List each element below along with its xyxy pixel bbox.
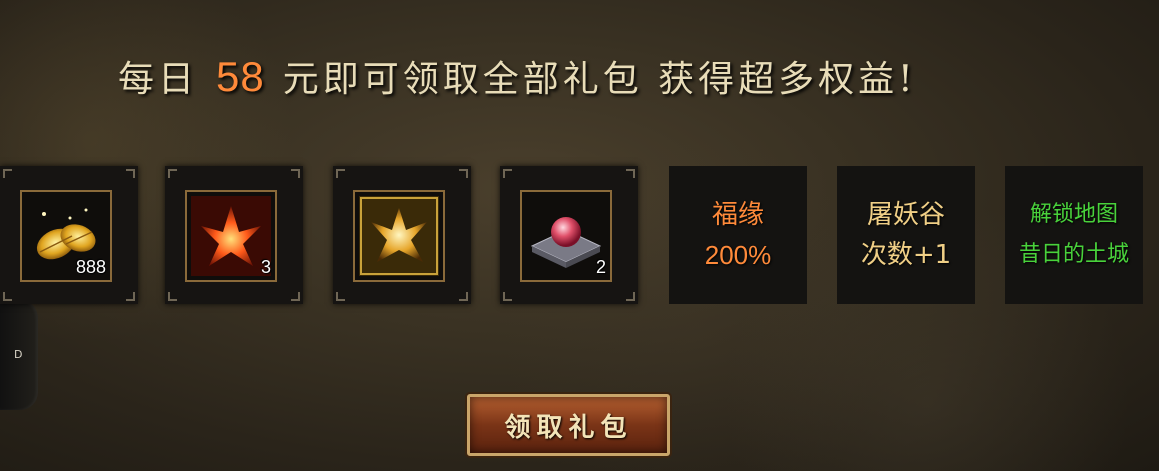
reward-text-line1: 屠妖谷 bbox=[866, 200, 945, 230]
red-crystal-icon bbox=[191, 196, 271, 276]
reward-qty: 888 bbox=[75, 257, 106, 277]
reward-item-frame: 888 bbox=[20, 190, 112, 282]
reward-slot-3[interactable] bbox=[333, 166, 471, 304]
side-handle-label: D bbox=[14, 348, 23, 361]
reward-item-frame bbox=[353, 190, 445, 282]
reward-slot-4[interactable]: 2 bbox=[500, 166, 638, 304]
gold-crystal-icon bbox=[359, 196, 439, 276]
reward-slot-1[interactable]: 888 bbox=[0, 166, 138, 304]
headline-amount: 58 bbox=[216, 53, 265, 100]
reward-item-frame: 2 bbox=[520, 190, 612, 282]
pink-pearl-icon bbox=[530, 217, 602, 268]
reward-qty: 2 bbox=[595, 257, 606, 277]
reward-text-line1: 解锁地图 bbox=[1029, 202, 1118, 227]
reward-demon-valley-count[interactable]: 屠妖谷 次数+1 bbox=[837, 166, 975, 304]
reward-text-line2: 昔日的土城 bbox=[1018, 242, 1129, 267]
reward-fortune-boost[interactable]: 福缘 200% bbox=[669, 166, 807, 304]
reward-qty: 3 bbox=[260, 257, 271, 277]
reward-item-frame: 3 bbox=[185, 190, 277, 282]
headline: 每日 58 元即可领取全部礼包 获得超多权益! bbox=[118, 50, 917, 110]
reward-text-line2: 次数+1 bbox=[860, 240, 952, 270]
headline-suffix: 元即可领取全部礼包 获得超多权益! bbox=[282, 59, 917, 100]
claim-gift-button[interactable]: 领取礼包 bbox=[467, 394, 670, 456]
reward-text-line2: 200% bbox=[704, 240, 772, 270]
headline-prefix: 每日 bbox=[118, 59, 199, 100]
reward-slot-2[interactable]: 3 bbox=[165, 166, 303, 304]
reward-text-line1: 福缘 bbox=[711, 200, 764, 230]
reward-unlock-map[interactable]: 解锁地图 昔日的土城 bbox=[1005, 166, 1143, 304]
side-panel-handle[interactable]: D bbox=[0, 300, 38, 410]
